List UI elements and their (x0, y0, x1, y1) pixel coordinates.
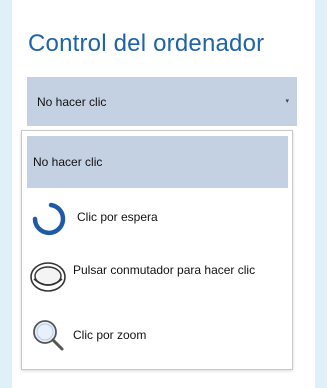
option-switch-click[interactable]: Pulsar conmutador para hacer clic (27, 253, 288, 301)
chevron-down-icon: ▾ (285, 98, 289, 105)
option-zoom-click[interactable]: Clic por zoom (27, 315, 288, 355)
option-label: Clic por zoom (73, 328, 147, 342)
dwell-spinner-icon (32, 202, 66, 236)
option-dwell-click[interactable]: Clic por espera (27, 195, 288, 241)
switch-icon (30, 262, 66, 292)
option-no-click[interactable]: No hacer clic (27, 136, 288, 188)
page-title: Control del ordenador (28, 30, 265, 57)
option-label: Clic por espera (77, 210, 158, 224)
dropdown-selected-value: No hacer clic (37, 95, 107, 109)
magnifier-icon (33, 320, 64, 351)
option-label: No hacer clic (33, 155, 103, 169)
option-label: Pulsar conmutador para hacer clic (73, 263, 256, 277)
dropdown-list: No hacer clic Clic por espera Pulsar con… (21, 130, 293, 370)
click-mode-dropdown[interactable]: No hacer clic ▾ (27, 77, 297, 126)
